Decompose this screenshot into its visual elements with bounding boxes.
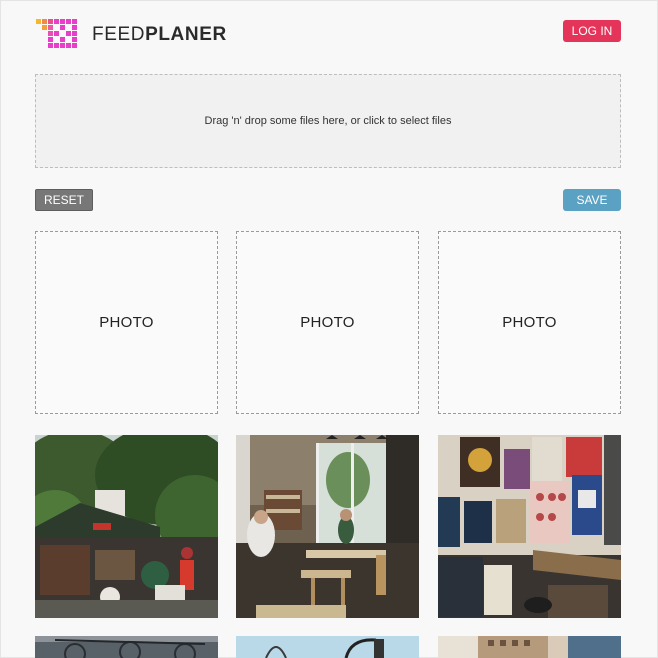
pixel-grid-logo-icon	[36, 19, 78, 51]
file-dropzone[interactable]: Drag 'n' drop some files here, or click …	[35, 74, 621, 168]
feed-photo-buildings[interactable]	[438, 636, 621, 658]
photo-placeholder[interactable]: PHOTO	[35, 231, 218, 414]
feed-photo-street-sky[interactable]	[236, 636, 419, 658]
brand-name-light: FEED	[92, 24, 146, 45]
photo-placeholder-label: PHOTO	[300, 314, 355, 331]
photo-placeholder[interactable]: PHOTO	[236, 231, 419, 414]
feed-photo-outdoor-cafe[interactable]	[35, 435, 218, 618]
reset-button[interactable]: RESET	[35, 189, 93, 211]
feed-photo-bicycles[interactable]	[35, 636, 218, 658]
photo-placeholder-label: PHOTO	[99, 314, 154, 331]
photo-placeholder[interactable]: PHOTO	[438, 231, 621, 414]
dropzone-text: Drag 'n' drop some files here, or click …	[204, 115, 452, 127]
login-button[interactable]: LOG IN	[563, 20, 621, 42]
brand-name-bold: PLANER	[145, 24, 227, 45]
feed-photo-poster-wall[interactable]	[438, 435, 621, 618]
feed-photo-cafe-interior[interactable]	[236, 435, 419, 618]
save-button[interactable]: SAVE	[563, 189, 621, 211]
brand-name: FEEDPLANER	[92, 24, 227, 46]
photo-placeholder-label: PHOTO	[502, 314, 557, 331]
